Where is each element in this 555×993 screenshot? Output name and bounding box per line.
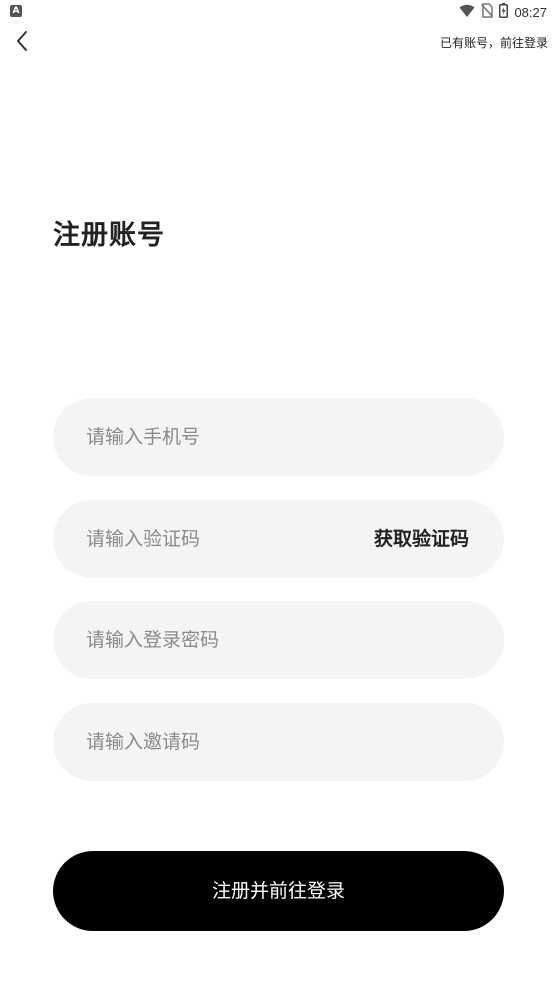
verification-code-input[interactable]	[86, 500, 346, 578]
verification-code-field: 获取验证码	[53, 500, 504, 578]
app-notification-icon: A	[10, 5, 22, 17]
no-sim-icon	[481, 2, 494, 22]
password-field	[53, 601, 504, 679]
phone-input[interactable]	[86, 398, 346, 476]
status-indicators: 08:27	[459, 2, 547, 22]
back-button[interactable]	[8, 28, 36, 58]
register-and-login-button[interactable]: 注册并前往登录	[53, 851, 504, 931]
phone-field	[53, 398, 504, 476]
page-title: 注册账号	[53, 220, 165, 251]
password-input[interactable]	[86, 601, 346, 679]
status-bar: A 08:27	[0, 0, 555, 26]
invite-code-input[interactable]	[86, 703, 346, 781]
battery-icon	[499, 2, 509, 22]
invite-code-field	[53, 703, 504, 781]
status-time: 08:27	[514, 4, 547, 20]
nav-bar: 已有账号，前往登录	[0, 28, 555, 58]
get-code-button[interactable]: 获取验证码	[374, 500, 469, 578]
chevron-left-icon	[15, 30, 29, 56]
go-to-login-link[interactable]: 已有账号，前往登录	[440, 34, 548, 51]
wifi-icon	[459, 3, 475, 22]
